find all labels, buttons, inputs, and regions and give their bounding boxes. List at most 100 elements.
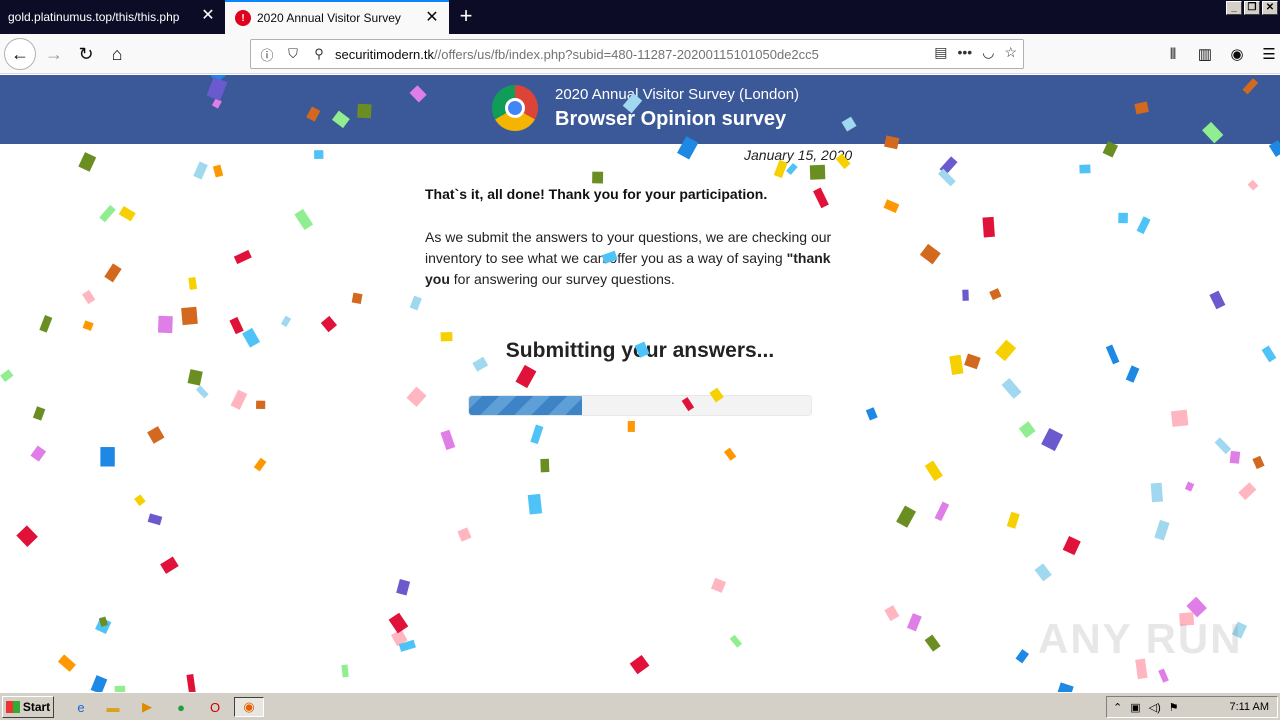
volume-icon[interactable]: ◁) [1149, 701, 1161, 714]
confetti-piece [212, 164, 224, 178]
confetti-piece [1184, 481, 1195, 492]
menu-icon[interactable]: ☰ [1258, 38, 1280, 70]
confetti-piece [294, 208, 314, 231]
flag-icon[interactable]: ⚑ [1169, 701, 1179, 714]
windows-flag-icon [5, 701, 20, 713]
confetti-piece [1229, 450, 1241, 464]
url-path: //offers/us/fb/index.php?subid=480-11287… [433, 46, 819, 62]
ie-icon[interactable]: e [70, 697, 92, 717]
confetti-piece [134, 494, 146, 507]
chrome-taskbar-icon[interactable]: ● [170, 697, 192, 717]
body-paragraph: As we submit the answers to your questio… [425, 227, 855, 290]
confetti-piece [406, 386, 427, 407]
confetti-piece [530, 424, 544, 445]
shield-icon[interactable]: ⛉ [283, 44, 303, 64]
confetti-piece [188, 277, 197, 290]
confetti-piece [100, 447, 115, 467]
confetti-piece [1170, 409, 1189, 427]
confetti-piece [280, 315, 292, 328]
folder-icon[interactable]: ▬ [102, 697, 124, 717]
confetti-piece [193, 161, 208, 180]
confetti-piece [1238, 482, 1257, 501]
sidebar-icon[interactable]: ▥ [1194, 38, 1216, 70]
confetti-piece [1252, 455, 1265, 470]
reader-view-icon[interactable]: ▤ [934, 44, 947, 61]
confetti-piece [195, 385, 209, 399]
confetti-piece [540, 458, 550, 473]
opera-icon[interactable]: O [204, 697, 226, 717]
confetti-piece [82, 289, 96, 305]
tray-arrow-icon[interactable]: ⌃ [1113, 701, 1122, 714]
confetti-piece [0, 369, 14, 383]
confetti-piece [515, 364, 537, 389]
survey-date: January 15, 2020 [744, 147, 853, 163]
pocket-icon[interactable]: ◡ [982, 44, 994, 61]
window-controls: _ ❐ ✕ [1226, 1, 1278, 15]
confetti-piece [147, 426, 165, 444]
confetti-piece [187, 369, 203, 386]
tab-strip: gold.platinumus.top/this/this.php ✕ ! 20… [0, 0, 1280, 34]
survey-banner: 2020 Annual Visitor Survey (London) Brow… [0, 75, 1280, 144]
confetti-piece [934, 501, 950, 522]
toolbar-right: ⫴ ▥ ◉ ☰ [1162, 38, 1280, 70]
firefox-taskbar-icon[interactable]: ◉ [234, 697, 264, 717]
body-text-1: As we submit the answers to your questio… [425, 229, 832, 266]
more-actions-icon[interactable]: ••• [958, 44, 973, 61]
url-bar[interactable]: ⓘ ⛉ ⚲ securitimodern.tk//offers/us/fb/in… [250, 39, 1024, 69]
confetti-piece [883, 199, 900, 213]
done-message: That`s it, all done! Thank you for your … [425, 186, 768, 202]
reload-button[interactable]: ↻ [70, 38, 102, 70]
confetti-piece [398, 639, 416, 652]
confetti-piece [1125, 365, 1140, 383]
home-button[interactable]: ⌂ [101, 38, 133, 70]
confetti-piece [30, 445, 47, 462]
confetti-piece [710, 577, 727, 593]
confetti-piece [1154, 519, 1170, 541]
minimize-button[interactable]: _ [1226, 1, 1242, 15]
close-icon[interactable]: ✕ [425, 10, 439, 26]
back-button[interactable]: ← [4, 38, 36, 70]
forward-button[interactable]: → [38, 38, 70, 70]
tab-gold-platinumus[interactable]: gold.platinumus.top/this/this.php ✕ [0, 0, 225, 34]
clock: 7:11 AM [1229, 701, 1269, 713]
confetti-piece [233, 249, 252, 265]
confetti-piece [181, 306, 198, 326]
permissions-icon[interactable]: ⚲ [309, 44, 329, 64]
confetti-piece [351, 292, 363, 304]
confetti-piece [390, 629, 408, 647]
confetti-piece [919, 243, 941, 265]
url-host: securitimodern.tk [335, 46, 434, 62]
confetti-piece [786, 162, 798, 176]
confetti-piece [1136, 216, 1151, 235]
submitting-heading: Submitting your answers... [505, 339, 775, 362]
new-tab-button[interactable]: + [452, 3, 480, 31]
confetti-piece [99, 204, 116, 223]
confetti-piece [1247, 179, 1259, 191]
close-icon[interactable]: ✕ [201, 8, 215, 24]
confetti-piece [906, 613, 922, 632]
network-icon[interactable]: ▣ [1130, 701, 1140, 714]
media-player-icon[interactable]: ▶ [136, 697, 158, 717]
restore-button[interactable]: ❐ [1244, 1, 1260, 15]
confetti-piece [1015, 649, 1030, 664]
info-icon[interactable]: ⓘ [257, 44, 277, 64]
confetti-piece [78, 152, 97, 172]
tab-visitor-survey[interactable]: ! 2020 Annual Visitor Survey ✕ [225, 0, 449, 34]
confetti-piece [1041, 427, 1064, 452]
confetti-piece [884, 605, 900, 622]
confetti-piece [388, 612, 409, 634]
close-window-button[interactable]: ✕ [1262, 1, 1278, 15]
tab-title: gold.platinumus.top/this/this.php [8, 10, 180, 24]
confetti-piece [409, 295, 422, 311]
bookmark-star-icon[interactable]: ☆ [1004, 44, 1017, 61]
confetti-piece [1150, 482, 1163, 503]
confetti-piece [57, 654, 76, 672]
confetti-piece [118, 205, 136, 222]
confetti-piece [32, 406, 46, 421]
library-icon[interactable]: ⫴ [1162, 38, 1184, 70]
confetti-piece [396, 579, 411, 596]
account-icon[interactable]: ◉ [1226, 38, 1248, 70]
confetti-piece [16, 525, 38, 547]
system-tray: ⌃ ▣ ◁) ⚑ 7:11 AM [1106, 696, 1278, 718]
start-button[interactable]: Start [2, 696, 54, 718]
